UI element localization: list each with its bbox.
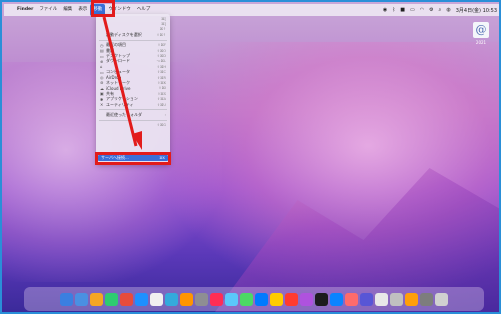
dock-app-icon[interactable] <box>270 292 283 306</box>
menu-item-shortcut: ⇧⌘O <box>156 48 166 53</box>
go-menu-dropdown: ⌘[⌘] ⌘↑ 起動ディスクを選択 ⇧⌘↑ ◷ 最近の項目 ⇧⌘F ▤ 書類 ⇧⌘O ▭ デスクトップ… <box>96 14 170 164</box>
menu-item-shortcut: ⇧⌘I <box>158 86 166 91</box>
dock-app-icon[interactable] <box>330 292 343 306</box>
status-a-icon[interactable]: ■ <box>400 7 405 13</box>
dock-app-icon[interactable] <box>180 292 193 306</box>
status-area: ◉ ᛒ ■ ▭ ◠ ⚙ ⌕ ◍ 3月4日(金) 10:53 <box>383 7 499 14</box>
dock-app-icon[interactable] <box>405 292 418 306</box>
menu-item-shortcut: ⇧⌘R <box>157 75 166 80</box>
status-battery-icon[interactable]: ▭ <box>410 7 415 13</box>
dock-app-icon[interactable] <box>90 292 103 306</box>
menu-separator <box>99 39 167 41</box>
menu-item-shortcut: ⇧⌘↑ <box>156 32 166 37</box>
desktop-file-label: 2021 <box>475 40 487 45</box>
dock-app-icon[interactable] <box>435 292 448 306</box>
menu-item-shortcut: ⇧⌘U <box>157 102 166 107</box>
highlight-go-menu <box>91 0 115 17</box>
dock-app-icon[interactable] <box>75 292 88 306</box>
menu-item-label: 最近使ったフォルダ <box>106 111 142 117</box>
desktop-screen: Finder ファイル 編集 表示 移動 ウインドウ ヘルプ ◉ ᛒ ■ ▭ ◠… <box>0 0 501 314</box>
go-menu-item[interactable]: ⊚ ネットワーク ⇧⌘K <box>96 80 170 85</box>
menu-item-shortcut: ⌥⌘L <box>156 59 166 64</box>
menu-item-shortcut: › <box>164 112 166 117</box>
menu-separator <box>99 119 167 121</box>
dock-app-icon[interactable] <box>150 292 163 306</box>
menu-item-shortcut: ⇧⌘G <box>156 123 166 128</box>
dock-app-icon[interactable] <box>195 292 208 306</box>
go-menu-item[interactable]: ✕ ユーティリティ ⇧⌘U <box>96 102 170 107</box>
dock-app-icon[interactable] <box>225 292 238 306</box>
menu-item-shortcut: ⌘↑ <box>159 27 166 32</box>
dock-app-icon[interactable] <box>285 292 298 306</box>
siri-icon[interactable]: ◍ <box>446 7 450 13</box>
menu-item-shortcut: ⇧⌘C <box>157 70 166 75</box>
desktop-file-icon[interactable]: @ 2021 <box>470 22 492 45</box>
highlight-connect-server <box>95 152 171 165</box>
go-menu-item[interactable]: ▭ コンピュータ ⇧⌘C <box>96 69 170 75</box>
menu-item-shortcut: ⇧⌘H <box>156 64 166 69</box>
clock-text[interactable]: 3月4日(金) 10:53 <box>456 7 497 14</box>
go-menu-item[interactable]: ⊕ ダウンロード ⌥⌘L <box>96 58 170 64</box>
menu-bar: Finder ファイル 編集 表示 移動 ウインドウ ヘルプ ◉ ᛒ ■ ▭ ◠… <box>4 4 499 16</box>
menu-item-shortcut: ⌘] <box>161 22 166 27</box>
dock-app-icon[interactable] <box>210 292 223 306</box>
at-sign-icon: @ <box>473 22 489 38</box>
search-icon[interactable]: ⌕ <box>439 7 442 13</box>
go-menu-item[interactable]: 最近使ったフォルダ › <box>96 112 170 117</box>
menu-file[interactable]: ファイル <box>36 4 60 16</box>
menu-item-shortcut: ⌘[ <box>161 16 166 21</box>
status-app-icon[interactable]: ◉ <box>383 7 387 13</box>
dock-app-icon[interactable] <box>135 292 148 306</box>
dock-app-icon[interactable] <box>300 292 313 306</box>
menu-edit[interactable]: 編集 <box>60 4 75 16</box>
dock-app-icon[interactable] <box>375 292 388 306</box>
dock-app-icon[interactable] <box>420 292 433 306</box>
wifi-icon[interactable]: ◠ <box>420 7 424 13</box>
dock-app-icon[interactable] <box>390 292 403 306</box>
dock-app-icon[interactable] <box>165 292 178 306</box>
control-center-icon[interactable]: ⚙ <box>429 7 433 13</box>
go-menu-item[interactable]: ⇧⌘G <box>96 123 170 128</box>
menu-item-shortcut: ⇧⌘A <box>157 97 166 102</box>
menu-item-label: ダウンロード <box>106 58 130 64</box>
menu-view[interactable]: 表示 <box>75 4 90 16</box>
dock-app-icon[interactable] <box>315 292 328 306</box>
dock-app-icon[interactable] <box>60 292 73 306</box>
dock <box>24 287 484 311</box>
status-bluetooth-icon[interactable]: ᛒ <box>392 7 395 13</box>
dock-app-icon[interactable] <box>240 292 253 306</box>
dock-app-icon[interactable] <box>120 292 133 306</box>
menu-separator <box>99 109 167 111</box>
menu-item-shortcut: ⇧⌘S <box>157 91 166 96</box>
menu-finder[interactable]: Finder <box>14 4 36 16</box>
dock-app-icon[interactable] <box>345 292 358 306</box>
dock-app-icon[interactable] <box>360 292 373 306</box>
dock-app-icon[interactable] <box>255 292 268 306</box>
menu-item-shortcut: ⇧⌘K <box>157 80 166 85</box>
menu-item-label: 起動ディスクを選択 <box>106 31 142 37</box>
dock-app-icon[interactable] <box>105 292 118 306</box>
menu-item-label: ユーティリティ <box>106 101 134 107</box>
menu-item-shortcut: ⇧⌘F <box>157 43 166 48</box>
menu-item-shortcut: ⇧⌘D <box>156 54 166 59</box>
go-menu-item[interactable]: 起動ディスクを選択 ⇧⌘↑ <box>96 32 170 37</box>
